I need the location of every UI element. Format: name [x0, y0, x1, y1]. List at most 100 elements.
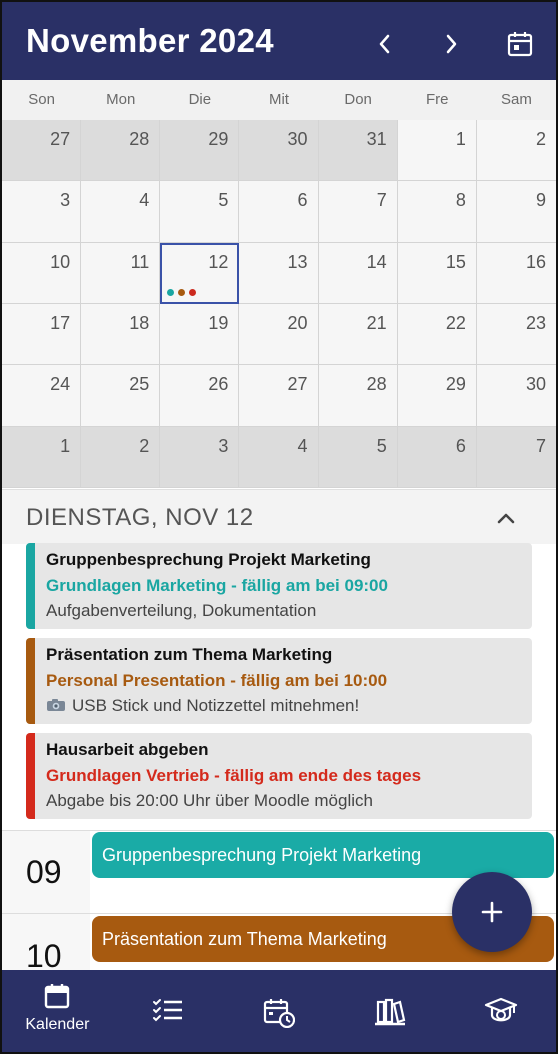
- day-number: 19: [208, 312, 229, 333]
- bottom-navigation: Kalender: [2, 970, 556, 1052]
- timeline-event[interactable]: Gruppenbesprechung Projekt Marketing: [92, 832, 554, 878]
- event-title: Gruppenbesprechung Projekt Marketing: [46, 550, 371, 569]
- day-cell[interactable]: 7: [476, 426, 556, 488]
- event-subtitle: Personal Presentation - fällig am bei 10…: [46, 671, 388, 690]
- next-month-button[interactable]: [432, 24, 472, 64]
- nav-item-schedule[interactable]: [224, 970, 335, 1052]
- day-cell[interactable]: 30: [476, 365, 556, 427]
- books-icon: [374, 998, 406, 1026]
- day-number: 3: [218, 435, 229, 456]
- day-cell[interactable]: 3: [160, 426, 240, 488]
- day-cell[interactable]: 4: [81, 181, 161, 243]
- day-cell[interactable]: 23: [476, 303, 556, 366]
- event-note: Aufgabenverteilung, Dokumentation: [46, 601, 317, 620]
- day-number: 8: [455, 190, 466, 211]
- day-number: 12: [208, 251, 229, 272]
- day-number: 27: [50, 129, 71, 149]
- chevron-left-icon: [379, 34, 390, 54]
- day-number: 21: [366, 312, 387, 333]
- day-cell[interactable]: 16: [476, 242, 556, 304]
- collapse-button[interactable]: [492, 504, 520, 532]
- day-number: 2: [535, 129, 546, 149]
- day-cell[interactable]: 6: [397, 426, 477, 488]
- event-card[interactable]: Gruppenbesprechung Projekt Marketing Gru…: [26, 543, 532, 629]
- day-number: 7: [376, 190, 387, 211]
- day-number: 23: [525, 312, 546, 333]
- day-cell[interactable]: 13: [239, 242, 319, 304]
- day-number: 29: [208, 129, 229, 149]
- day-number: 5: [376, 435, 387, 456]
- day-number: 7: [535, 435, 546, 456]
- day-cell[interactable]: 15: [397, 242, 477, 304]
- nav-item-tasks[interactable]: [113, 970, 224, 1052]
- day-cell[interactable]: 2: [81, 426, 161, 488]
- nav-item-books[interactable]: [334, 970, 445, 1052]
- day-cell[interactable]: 5: [318, 426, 398, 488]
- day-cell-selected[interactable]: 12: [160, 242, 240, 304]
- day-cell[interactable]: 8: [397, 181, 477, 243]
- event-subtitle: Grundlagen Vertrieb - fällig am ende des…: [46, 766, 422, 785]
- hour-divider: [2, 830, 556, 831]
- add-event-button[interactable]: [452, 872, 532, 952]
- nav-item-kalender[interactable]: Kalender: [2, 970, 113, 1052]
- day-cell[interactable]: 25: [81, 365, 161, 427]
- day-cell[interactable]: 10: [2, 242, 82, 304]
- day-cell[interactable]: 4: [239, 426, 319, 488]
- event-note: Abgabe bis 20:00 Uhr über Moodle möglich: [46, 791, 373, 810]
- day-cell[interactable]: 26: [160, 365, 240, 427]
- event-card[interactable]: Hausarbeit abgeben Grundlagen Vertrieb -…: [26, 733, 532, 819]
- day-number: 4: [139, 190, 150, 211]
- weekday-label: Don: [344, 91, 372, 108]
- event-color-bar: [26, 733, 35, 819]
- event-dots: [167, 288, 197, 296]
- day-cell[interactable]: 17: [2, 303, 82, 366]
- day-cell[interactable]: 1: [2, 426, 82, 488]
- day-number: 1: [455, 129, 466, 149]
- event-card[interactable]: Präsentation zum Thema Marketing Persona…: [26, 638, 532, 724]
- day-cell[interactable]: 24: [2, 365, 82, 427]
- day-number: 13: [287, 251, 308, 272]
- day-cell[interactable]: 28: [318, 365, 398, 427]
- day-cell[interactable]: 14: [318, 242, 398, 304]
- calendar-icon: [45, 984, 70, 1009]
- day-number: 2: [139, 435, 150, 456]
- calendar-today-icon: [507, 32, 533, 57]
- day-number: 3: [60, 190, 71, 211]
- weekday-header-row: Son Mon Die Mit Don Fre Sam: [2, 80, 556, 121]
- event-subtitle: Grundlagen Marketing - fällig am bei 09:…: [46, 576, 388, 595]
- day-cell[interactable]: 6: [239, 181, 319, 243]
- day-cell[interactable]: 18: [81, 303, 161, 366]
- day-number: 15: [445, 251, 466, 272]
- day-cell[interactable]: 21: [318, 303, 398, 366]
- day-cell[interactable]: 29: [397, 365, 477, 427]
- chevron-right-icon: [446, 34, 457, 54]
- day-cell[interactable]: 19: [160, 303, 240, 366]
- month-title: November 2024: [26, 22, 274, 59]
- day-cell[interactable]: 31: [318, 120, 398, 182]
- day-cell[interactable]: 3: [2, 181, 82, 243]
- day-cell[interactable]: 30: [239, 120, 319, 182]
- day-cell[interactable]: 11: [81, 242, 161, 304]
- day-cell[interactable]: 9: [476, 181, 556, 243]
- camera-icon: [47, 699, 65, 711]
- day-cell[interactable]: 28: [81, 120, 161, 182]
- day-cell[interactable]: 7: [318, 181, 398, 243]
- day-cell[interactable]: 2: [476, 120, 556, 182]
- day-cell[interactable]: 27: [239, 365, 319, 427]
- day-number: 17: [50, 312, 71, 333]
- graduation-cap-icon: [484, 997, 517, 1022]
- day-cell[interactable]: 22: [397, 303, 477, 366]
- day-cell[interactable]: 27: [2, 120, 82, 182]
- day-number: 4: [297, 435, 308, 456]
- event-note-row: USB Stick und Notizzettel mitnehmen!: [46, 696, 359, 716]
- day-number: 29: [445, 374, 466, 395]
- previous-month-button[interactable]: [364, 24, 404, 64]
- day-cell[interactable]: 5: [160, 181, 240, 243]
- today-button[interactable]: [500, 24, 540, 64]
- nav-item-grades[interactable]: [445, 970, 556, 1052]
- month-grid: 27 28 29 30 31 1 2 3 4 5 6 7 8 9 10 11 1…: [2, 120, 556, 488]
- day-cell[interactable]: 1: [397, 120, 477, 182]
- day-cell[interactable]: 20: [239, 303, 319, 366]
- chevron-up-icon: [497, 513, 515, 524]
- day-cell[interactable]: 29: [160, 120, 240, 182]
